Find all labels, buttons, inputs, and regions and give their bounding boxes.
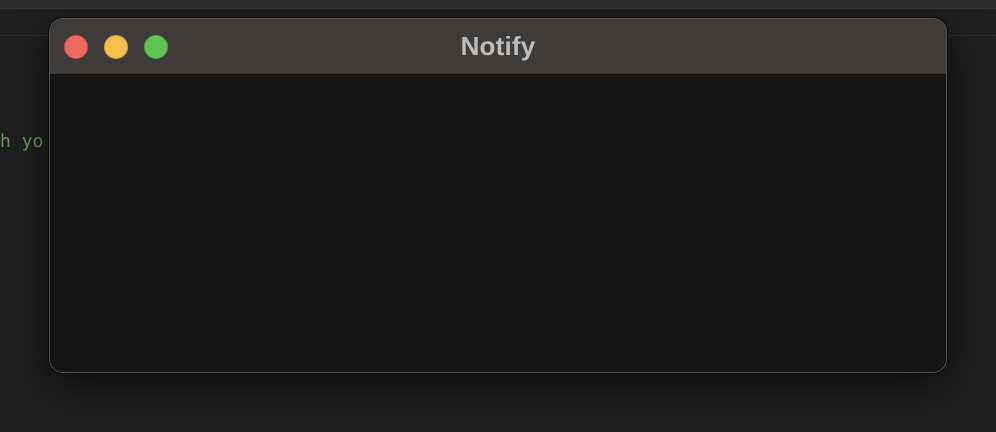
notify-window: Notify	[49, 18, 947, 373]
background-toolbar	[0, 0, 996, 9]
window-title: Notify	[460, 31, 536, 61]
background-code-line: h yo	[0, 131, 44, 152]
window-titlebar[interactable]: Notify	[50, 19, 946, 75]
window-content	[50, 75, 946, 372]
